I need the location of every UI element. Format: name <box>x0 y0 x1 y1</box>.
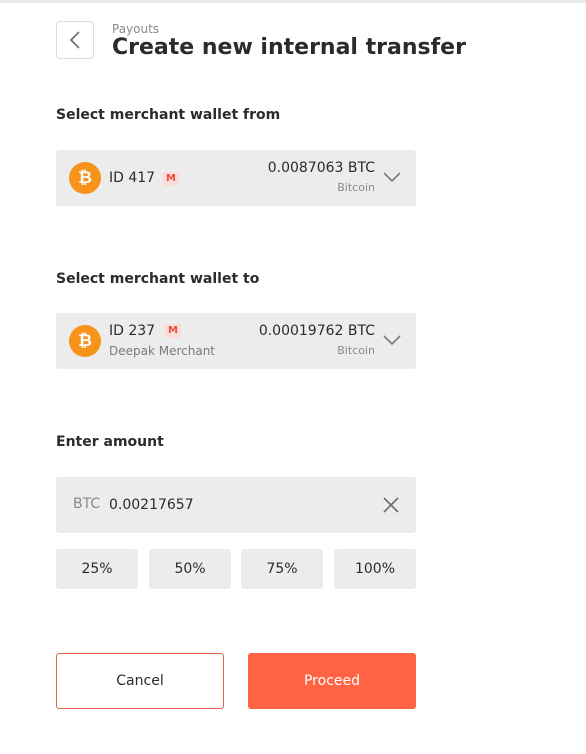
page-title: Create new internal transfer <box>112 35 466 60</box>
to-wallet-balance: 0.00019762 BTC <box>258 323 375 339</box>
breadcrumb[interactable]: Payouts <box>112 22 159 36</box>
to-wallet-select[interactable]: ₿ ID 237 M Deepak Merchant 0.00019762 BT… <box>56 313 416 369</box>
back-button[interactable] <box>56 21 94 59</box>
amount-input[interactable] <box>109 494 349 516</box>
merchant-badge: M <box>163 172 179 186</box>
cancel-button[interactable]: Cancel <box>56 653 224 709</box>
merchant-badge: M <box>165 324 181 338</box>
amount-field[interactable]: BTC <box>56 477 416 533</box>
amount-label: Enter amount <box>56 434 164 450</box>
to-wallet-label: Select merchant wallet to <box>56 271 260 287</box>
bitcoin-icon: ₿ <box>69 162 101 194</box>
percent-50-button[interactable]: 50% <box>149 549 231 589</box>
percent-75-button[interactable]: 75% <box>241 549 323 589</box>
from-wallet-select[interactable]: ₿ ID 417 M 0.0087063 BTC Bitcoin <box>56 150 416 206</box>
proceed-button[interactable]: Proceed <box>248 653 416 709</box>
top-divider <box>0 0 586 3</box>
from-wallet-id: ID 417 <box>109 170 156 186</box>
clear-icon[interactable] <box>382 496 400 514</box>
percent-100-button[interactable]: 100% <box>334 549 416 589</box>
chevron-left-icon <box>69 31 80 49</box>
bitcoin-icon: ₿ <box>69 325 101 357</box>
to-wallet-merchant: Deepak Merchant <box>109 344 216 358</box>
from-wallet-currency: Bitcoin <box>337 181 375 194</box>
to-wallet-id: ID 237 <box>109 323 156 339</box>
from-wallet-label: Select merchant wallet from <box>56 107 281 123</box>
from-wallet-balance: 0.0087063 BTC <box>267 160 375 176</box>
to-wallet-currency: Bitcoin <box>337 344 375 357</box>
amount-currency: BTC <box>73 496 101 512</box>
chevron-down-icon <box>383 335 401 346</box>
percent-25-button[interactable]: 25% <box>56 549 138 589</box>
chevron-down-icon <box>383 172 401 183</box>
